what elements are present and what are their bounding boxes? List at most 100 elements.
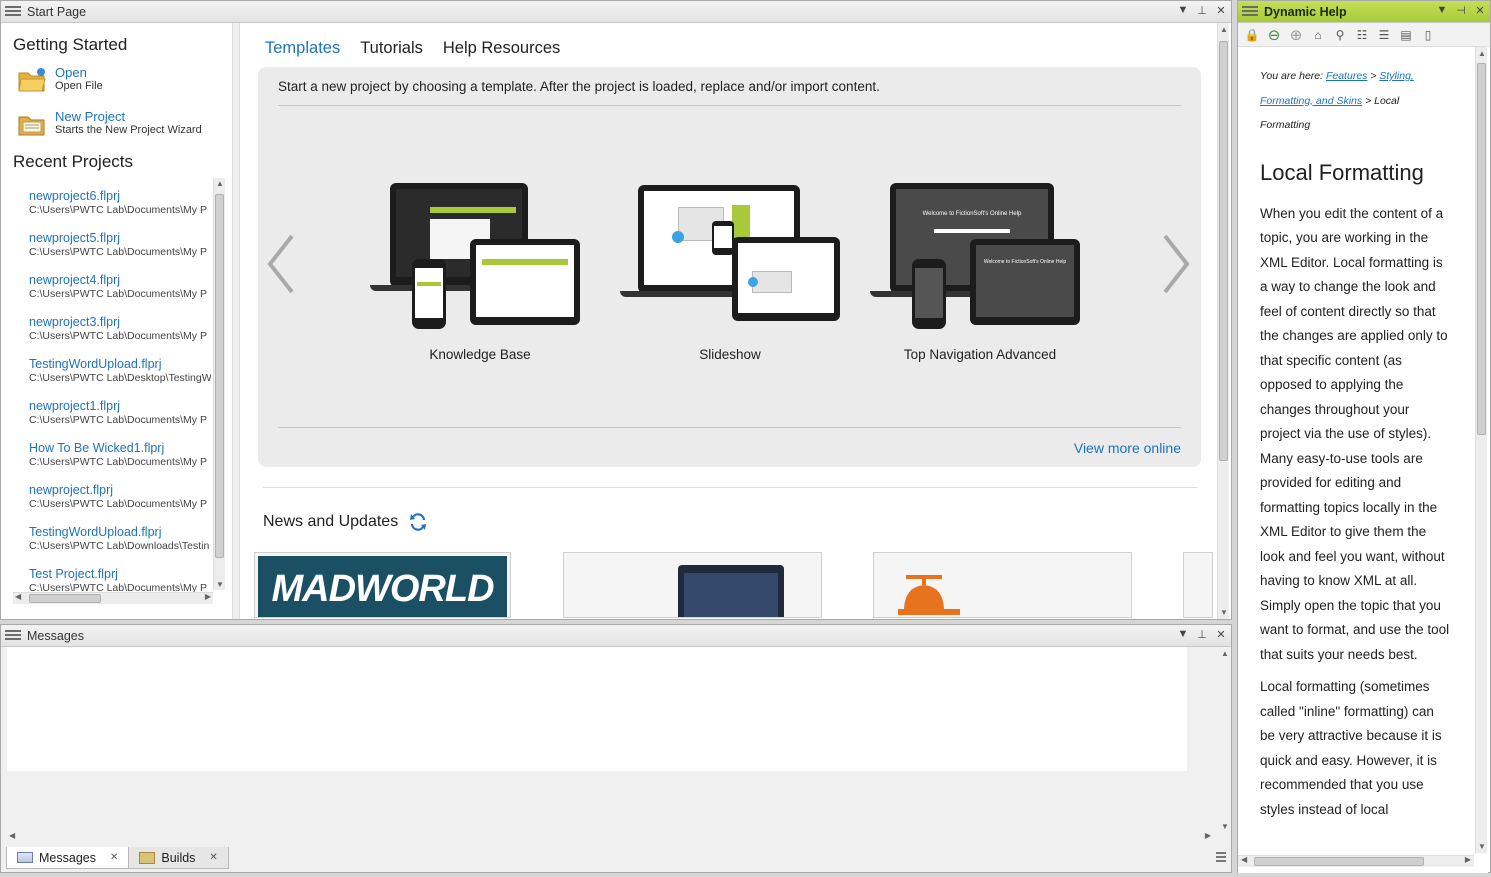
sync-toc-icon[interactable]: ☷ [1354, 28, 1370, 42]
recent-project-item[interactable]: newproject4.flprj C:\Users\PWTC Lab\Docum… [29, 273, 211, 301]
chevron-left-icon[interactable] [266, 232, 296, 296]
new-project-icon [18, 116, 45, 136]
news-card-bell[interactable] [873, 552, 1132, 618]
recent-project-path: C:\Users\PWTC Lab\Documents\My P [29, 498, 207, 510]
scroll-thumb[interactable] [215, 194, 224, 558]
scroll-right-icon[interactable]: ▶ [1465, 855, 1471, 864]
tab-help-resources[interactable]: Help Resources [443, 39, 560, 58]
close-icon[interactable]: ✕ [110, 852, 118, 863]
scroll-left-icon[interactable]: ◀ [15, 592, 21, 601]
pane-menu-icon[interactable] [5, 630, 21, 641]
news-card-partial[interactable] [1183, 552, 1213, 618]
carousel-next-arrow[interactable] [1161, 232, 1191, 299]
messages-vscrollbar[interactable]: ▲ ▼ [1219, 647, 1231, 833]
recent-project-name: newproject.flprj [29, 483, 114, 497]
tab-builds[interactable]: Builds ✕ [128, 847, 229, 869]
recent-project-item[interactable]: TestingWordUpload.flprj C:\Users\PWTC Lab… [29, 357, 211, 385]
breadcrumb-prefix: You are here: [1260, 70, 1324, 82]
scroll-up-icon[interactable]: ▲ [1219, 649, 1231, 658]
scroll-thumb[interactable] [1219, 41, 1228, 461]
refresh-icon[interactable] [408, 512, 428, 532]
recent-project-item[interactable]: newproject5.flprj C:\Users\PWTC Lab\Docum… [29, 231, 211, 259]
news-card-software[interactable] [563, 552, 822, 618]
template-caption: Knowledge Base [429, 347, 531, 362]
recent-project-name: How To Be Wicked1.flprj [29, 441, 165, 455]
binoculars-icon[interactable]: ⚲ [1332, 28, 1348, 42]
recent-project-item[interactable]: newproject1.flprj C:\Users\PWTC Lab\Docum… [29, 399, 211, 427]
recent-project-item[interactable]: newproject.flprj C:\Users\PWTC Lab\Docume… [29, 483, 211, 511]
divider [263, 487, 1197, 488]
tab-tutorials[interactable]: Tutorials [360, 39, 423, 58]
collapse-icon[interactable]: ☰ [1376, 28, 1392, 42]
pane-menu-icon[interactable] [1242, 6, 1258, 17]
tab-messages[interactable]: Messages ✕ [6, 847, 130, 869]
dropdown-icon[interactable]: ▼ [1177, 628, 1189, 641]
recent-project-item[interactable]: TestingWordUpload.flprj C:\Users\PWTC Lab… [29, 525, 211, 553]
close-icon[interactable]: ✕ [1215, 628, 1227, 641]
tab-templates[interactable]: Templates [265, 39, 340, 58]
home-icon[interactable]: ⌂ [1310, 28, 1326, 42]
dynamic-help-vscrollbar[interactable]: ▲ ▼ [1475, 47, 1487, 853]
page-icon[interactable]: ▯ [1420, 28, 1436, 42]
panel-splitter[interactable] [232, 23, 240, 619]
scroll-down-icon[interactable]: ▼ [214, 580, 226, 589]
dynamic-help-hscrollbar[interactable]: ◀ ▶ [1238, 855, 1474, 867]
back-icon[interactable]: ⊖ [1266, 27, 1282, 44]
scroll-up-icon[interactable]: ▲ [214, 179, 226, 188]
scroll-down-icon[interactable]: ▼ [1218, 608, 1230, 617]
lock-icon[interactable]: 🔒 [1244, 28, 1260, 42]
recent-project-path: C:\Users\PWTC Lab\Documents\My P [29, 330, 207, 342]
scroll-right-icon[interactable]: ▶ [1205, 831, 1211, 840]
open-file-link[interactable]: Open Open File [17, 65, 103, 93]
start-page-pane: Start Page ▼ ⊥ ✕ Getting Started Open Op… [0, 0, 1232, 620]
recent-projects-vscrollbar[interactable]: ▲ ▼ [213, 178, 225, 590]
pin-icon[interactable]: ⊥ [1196, 4, 1208, 17]
scroll-thumb[interactable] [1477, 63, 1486, 435]
template-card-top-navigation-advanced[interactable]: Welcome to FictionSoft's Online Help Wel… [870, 179, 1090, 362]
scroll-left-icon[interactable]: ◀ [9, 831, 15, 840]
new-project-sub: Starts the New Project Wizard [55, 124, 202, 136]
recent-project-item[interactable]: How To Be Wicked1.flprj C:\Users\PWTC Lab… [29, 441, 211, 469]
close-icon[interactable]: ✕ [1215, 4, 1227, 17]
recent-project-path: C:\Users\PWTC Lab\Desktop\TestingW [29, 372, 211, 384]
new-project-link[interactable]: New Project Starts the New Project Wizar… [17, 109, 202, 137]
close-icon[interactable]: ✕ [209, 852, 217, 863]
scroll-up-icon[interactable]: ▲ [1218, 25, 1230, 34]
view-more-online-link[interactable]: View more online [1074, 440, 1181, 456]
scroll-thumb[interactable] [1254, 857, 1424, 866]
dropdown-icon[interactable]: ▼ [1436, 4, 1448, 17]
recent-project-item[interactable]: newproject3.flprj C:\Users\PWTC Lab\Docum… [29, 315, 211, 343]
messages-hscrollbar[interactable]: ◀ ▶ [7, 831, 1213, 844]
recent-project-path: C:\Users\PWTC Lab\Documents\My P [29, 456, 207, 468]
scroll-down-icon[interactable]: ▼ [1219, 822, 1231, 831]
template-card-slideshow[interactable]: Slideshow [620, 179, 840, 362]
close-icon[interactable]: ✕ [1474, 4, 1486, 17]
madworld-banner: MADWORLD [258, 556, 507, 617]
scroll-thumb[interactable] [29, 594, 101, 603]
news-card-madworld[interactable]: MADWORLD [254, 552, 511, 618]
print-icon[interactable]: ▤ [1398, 28, 1414, 42]
pin-icon[interactable]: ⊣ [1455, 4, 1467, 17]
recent-project-name: newproject1.flprj [29, 399, 121, 413]
recent-project-item[interactable]: Test Project.flprj C:\Users\PWTC Lab\Docu… [29, 567, 211, 592]
tabbar-menu-icon[interactable] [1216, 852, 1226, 864]
chevron-right-icon[interactable] [1161, 232, 1191, 296]
madworld-logo: MADWORLD [271, 568, 494, 610]
breadcrumb-link-features[interactable]: Features [1326, 70, 1367, 82]
scroll-left-icon[interactable]: ◀ [1241, 855, 1247, 864]
recent-project-path: C:\Users\PWTC Lab\Documents\My P [29, 414, 207, 426]
dropdown-icon[interactable]: ▼ [1177, 4, 1189, 17]
pane-menu-icon[interactable] [5, 6, 21, 17]
start-page-vscrollbar[interactable]: ▲ ▼ [1217, 23, 1229, 619]
scroll-up-icon[interactable]: ▲ [1476, 49, 1488, 58]
breadcrumb-separator: > [1365, 94, 1372, 107]
carousel-prev-arrow[interactable] [266, 232, 296, 299]
pin-icon[interactable]: ⊥ [1196, 628, 1208, 641]
template-card-knowledge-base[interactable]: Knowledge Base [370, 179, 590, 362]
forward-icon[interactable]: ⊕ [1288, 27, 1304, 44]
recent-projects-heading: Recent Projects [13, 152, 133, 171]
recent-project-item[interactable]: newproject6.flprj C:\Users\PWTC Lab\Docum… [29, 189, 211, 217]
scroll-right-icon[interactable]: ▶ [205, 592, 211, 601]
scroll-down-icon[interactable]: ▼ [1476, 842, 1488, 851]
recent-projects-hscrollbar[interactable]: ◀ ▶ [13, 592, 213, 604]
